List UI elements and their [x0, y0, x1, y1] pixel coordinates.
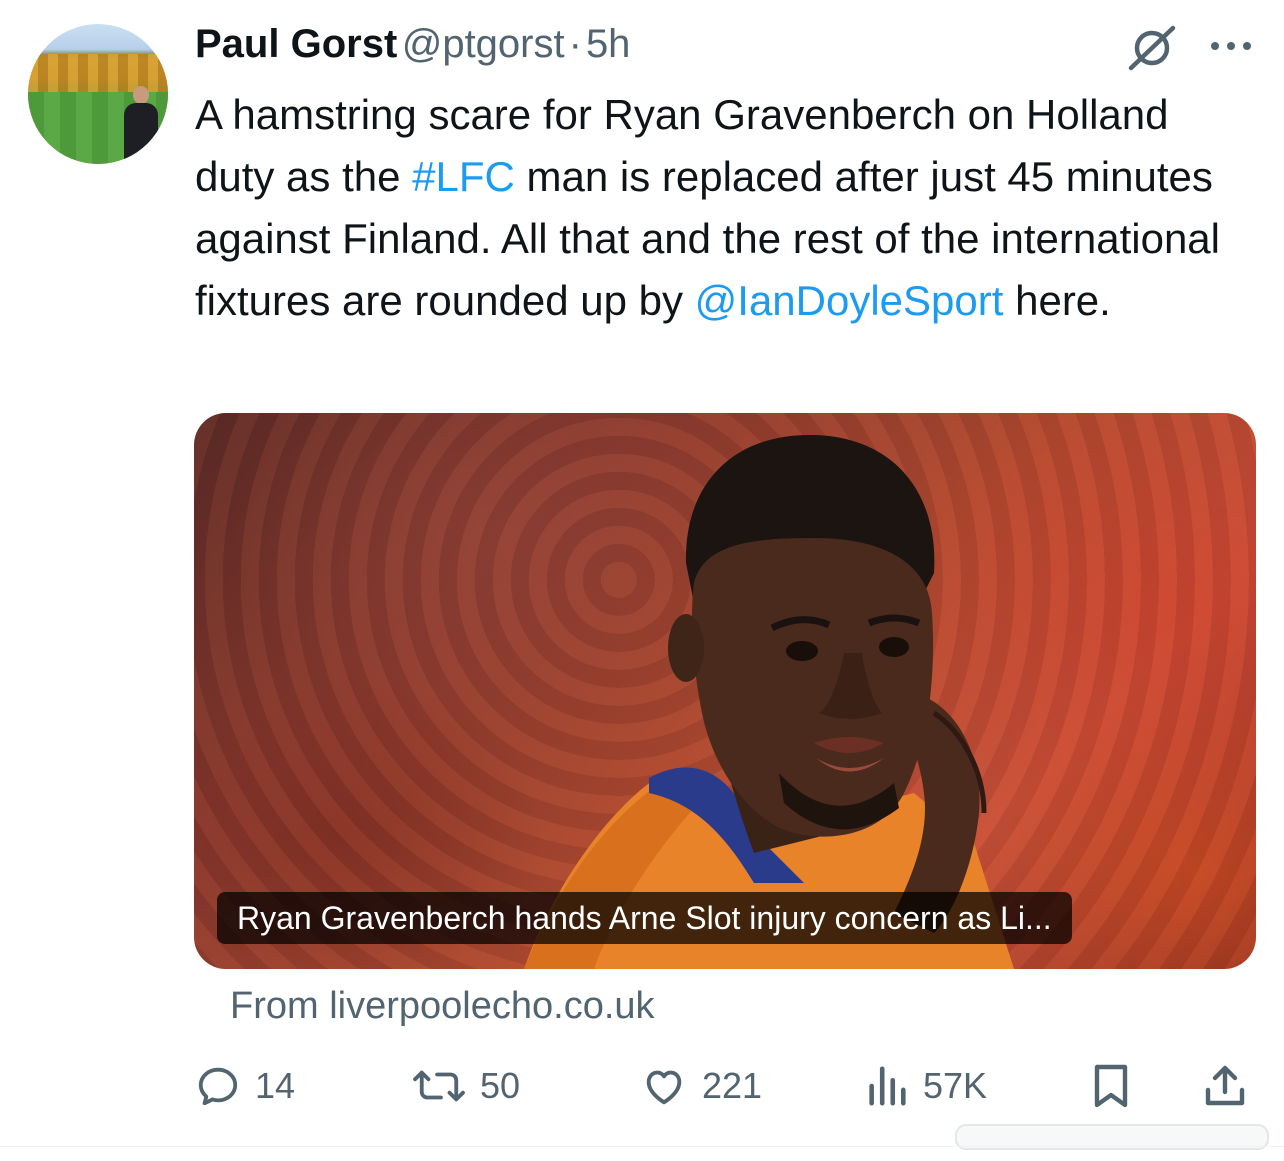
mention-link[interactable]: @IanDoyleSport [695, 277, 1004, 324]
views-button[interactable]: 57K [865, 1056, 987, 1116]
repost-icon [413, 1070, 465, 1102]
hashtag-link[interactable]: #LFC [412, 153, 515, 200]
link-card[interactable]: Ryan Gravenberch hands Arne Slot injury … [194, 413, 1256, 969]
views-icon [869, 1066, 906, 1106]
like-button[interactable]: 221 [640, 1056, 762, 1116]
author-name[interactable]: Paul Gorst [195, 22, 397, 66]
share-icon [1205, 1065, 1245, 1106]
tweet-text-part: here. [1003, 277, 1111, 324]
tweet[interactable]: Paul Gorst @ptgorst · 5h A hamstring scare… [0, 0, 1284, 1161]
reply-button[interactable]: 14 [195, 1056, 295, 1116]
like-icon [646, 1070, 682, 1105]
bookmark-button[interactable] [1090, 1056, 1132, 1116]
card-caption[interactable]: Ryan Gravenberch hands Arne Slot injury … [217, 892, 1072, 944]
tweet-timestamp[interactable]: 5h [586, 22, 631, 66]
action-bar: 14 50 221 57K [0, 1056, 1284, 1116]
bookmark-icon [1094, 1064, 1128, 1108]
tweet-text: A hamstring scare for Ryan Gravenberch o… [195, 84, 1255, 332]
card-image [524, 434, 1014, 969]
header-separator: · [568, 22, 582, 66]
card-source[interactable]: From liverpoolecho.co.uk [230, 985, 655, 1028]
share-button[interactable] [1202, 1056, 1248, 1116]
avatar[interactable] [28, 24, 168, 164]
author-handle[interactable]: @ptgorst [402, 22, 565, 66]
tweet-header: Paul Gorst @ptgorst · 5h [195, 22, 630, 72]
repost-button[interactable]: 50 [412, 1056, 520, 1116]
avatar-person [122, 86, 162, 164]
reply-icon [198, 1067, 238, 1106]
grok-icon[interactable] [1125, 22, 1179, 74]
reply-count: 14 [255, 1065, 296, 1106]
more-icon[interactable] [1208, 36, 1254, 56]
divider [0, 1146, 1284, 1147]
like-count: 221 [702, 1065, 763, 1106]
repost-count: 50 [480, 1065, 521, 1106]
views-count: 57K [923, 1065, 988, 1106]
